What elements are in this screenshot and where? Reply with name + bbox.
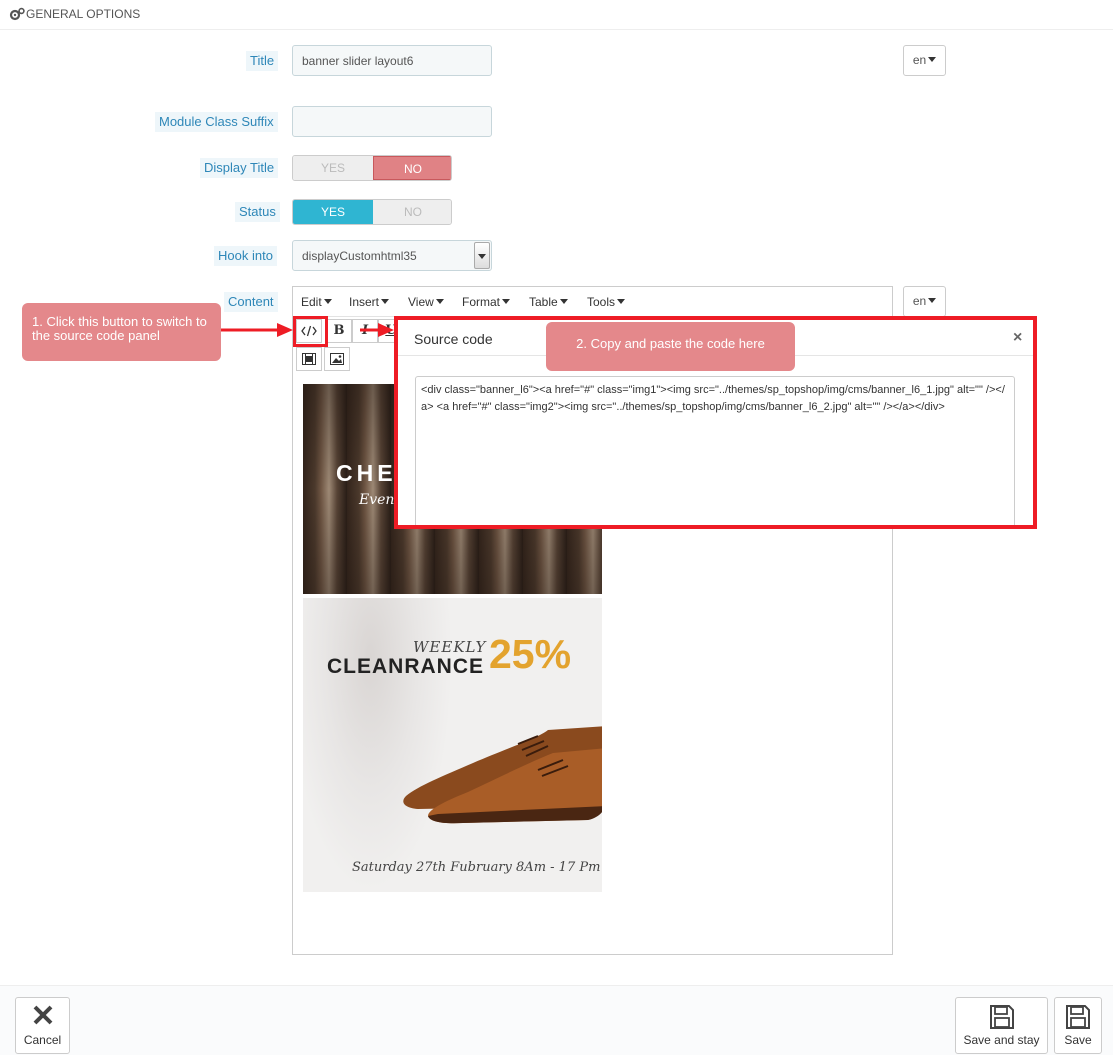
- floppy-disk-icon: [990, 1005, 1014, 1029]
- editor-menubar: Edit Insert View Format Table Tools: [293, 287, 892, 317]
- menu-format-label: Format: [462, 295, 501, 309]
- insert-video-button[interactable]: [296, 347, 322, 371]
- title-language-dropdown[interactable]: en: [903, 45, 946, 76]
- hook-into-label: Hook into: [214, 246, 277, 266]
- step1-text: 1. Click this button to switch to the so…: [32, 314, 207, 343]
- step2-callout: 2. Copy and paste the code here: [546, 322, 795, 371]
- panel-heading-title: GENERAL OPTIONS: [26, 7, 141, 21]
- caret-down-icon: [381, 299, 390, 304]
- module-class-suffix-input[interactable]: [292, 106, 492, 137]
- arrow-icon: [360, 323, 394, 337]
- menu-view[interactable]: View: [408, 295, 444, 309]
- save-label: Save: [1064, 1033, 1092, 1047]
- content-language-dropdown[interactable]: en: [903, 286, 946, 317]
- arrow-icon: [221, 323, 293, 337]
- banner-image-shoes: WEEKLY CLEANRANCE 25% Saturday 27th Fubr…: [303, 598, 602, 892]
- banner1-script: Even: [359, 492, 395, 508]
- menu-tools[interactable]: Tools: [587, 295, 626, 309]
- status-no-option[interactable]: NO: [373, 200, 451, 224]
- caret-down-icon: [617, 299, 626, 304]
- menu-format[interactable]: Format: [462, 295, 511, 309]
- save-and-stay-label: Save and stay: [963, 1033, 1040, 1047]
- banner2-percent: 25%: [489, 631, 572, 677]
- banner2-headline: CLEANRANCE: [327, 655, 484, 678]
- save-and-stay-button[interactable]: Save and stay: [955, 997, 1048, 1054]
- menu-table[interactable]: Table: [529, 295, 568, 309]
- step1-callout: 1. Click this button to switch to the so…: [22, 303, 221, 361]
- bold-button[interactable]: B: [326, 319, 352, 343]
- caret-down-icon: [928, 298, 937, 303]
- cancel-button[interactable]: Cancel: [15, 997, 70, 1054]
- status-label: Status: [235, 202, 280, 222]
- display-title-no-option[interactable]: NO: [373, 156, 451, 180]
- close-icon: [33, 1005, 53, 1025]
- image-icon: [330, 353, 344, 365]
- banner2-weekly: WEEKLY: [413, 638, 487, 656]
- hook-into-value: displayCustomhtml35: [302, 249, 417, 263]
- caret-down-icon: [928, 57, 937, 62]
- menu-tools-label: Tools: [587, 295, 616, 309]
- caret-down-icon: [435, 299, 444, 304]
- menu-table-label: Table: [529, 295, 558, 309]
- caret-down-icon: [323, 299, 332, 304]
- cogs-icon: [9, 7, 25, 21]
- content-label: Content: [224, 292, 278, 312]
- display-title-toggle: YES NO: [292, 155, 452, 181]
- menu-insert[interactable]: Insert: [349, 295, 390, 309]
- title-label: Title: [246, 51, 279, 71]
- display-title-yes-option[interactable]: YES: [293, 156, 373, 180]
- brogue-shoes-image: [403, 726, 602, 824]
- status-toggle: YES NO: [292, 199, 452, 225]
- banner1-headline: CHE: [336, 460, 397, 486]
- hook-into-select[interactable]: displayCustomhtml35: [292, 240, 492, 271]
- title-language-label: en: [912, 53, 927, 67]
- banner2-date: Saturday 27th Fubruary 8Am - 17 Pm: [352, 860, 601, 875]
- title-input[interactable]: banner slider layout6: [292, 45, 492, 76]
- content-language-label: en: [912, 294, 927, 308]
- panel-footer: Cancel Save and stay Save: [0, 985, 1113, 1055]
- caret-down-icon: [502, 299, 511, 304]
- panel-heading: GENERAL OPTIONS: [0, 0, 1113, 30]
- module-class-suffix-label: Module Class Suffix: [155, 112, 278, 132]
- step2-text: 2. Copy and paste the code here: [576, 336, 765, 351]
- menu-view-label: View: [408, 295, 434, 309]
- floppy-disk-icon: [1066, 1005, 1090, 1029]
- menu-edit[interactable]: Edit: [301, 295, 332, 309]
- caret-down-icon: [559, 299, 568, 304]
- menu-edit-label: Edit: [301, 295, 322, 309]
- film-icon: [302, 353, 316, 365]
- menu-insert-label: Insert: [349, 295, 380, 309]
- status-yes-option[interactable]: YES: [293, 200, 373, 224]
- insert-image-button[interactable]: [324, 347, 350, 371]
- save-button[interactable]: Save: [1054, 997, 1102, 1054]
- source-button-highlight: [293, 316, 328, 347]
- display-title-label: Display Title: [200, 158, 279, 178]
- cancel-label: Cancel: [23, 1033, 62, 1047]
- select-arrow-icon: [474, 242, 490, 269]
- title-input-value: banner slider layout6: [302, 54, 414, 68]
